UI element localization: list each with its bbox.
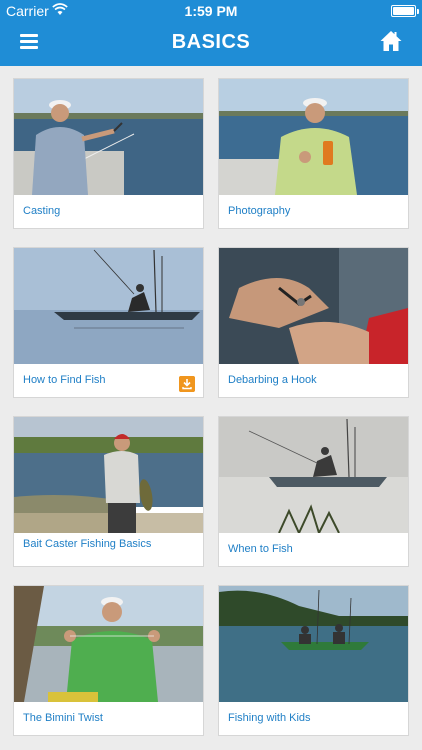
video-thumbnail (14, 79, 203, 195)
video-card-fishing-with-kids[interactable]: Fishing with Kids (218, 585, 409, 736)
video-title: When to Fish (228, 543, 293, 555)
video-card-debarbing-a-hook[interactable]: Debarbing a Hook (218, 247, 409, 398)
video-title: The Bimini Twist (23, 712, 103, 724)
download-icon[interactable] (179, 376, 195, 392)
video-thumbnail (14, 586, 203, 702)
status-time: 1:59 PM (184, 3, 238, 19)
home-icon[interactable] (380, 30, 402, 52)
video-thumbnail (219, 79, 408, 195)
page-title: BASICS (171, 31, 251, 53)
video-title: Bait Caster Fishing Basics (23, 538, 152, 550)
status-bar: Carrier 1:59 PM (0, 0, 422, 22)
nav-bar: BASICS (0, 22, 422, 66)
video-title: Debarbing a Hook (228, 374, 317, 386)
video-thumbnail (14, 248, 203, 364)
video-card-casting[interactable]: Casting (13, 78, 204, 229)
video-thumbnail (219, 586, 408, 702)
video-thumbnail (219, 417, 408, 533)
video-title: Photography (228, 205, 291, 217)
video-title: How to Find Fish (23, 374, 106, 386)
video-title: Casting (23, 205, 61, 217)
video-card-photography[interactable]: Photography (218, 78, 409, 229)
video-card-bait-caster-fishing-basics[interactable]: Bait Caster Fishing Basics (13, 416, 204, 567)
video-card-how-to-find-fish[interactable]: How to Find Fish (13, 247, 204, 398)
video-thumbnail (14, 417, 203, 533)
video-thumbnail (219, 248, 408, 364)
video-card-when-to-fish[interactable]: When to Fish (218, 416, 409, 567)
battery-icon (391, 5, 419, 17)
video-title: Fishing with Kids (228, 712, 311, 724)
video-card-the-bimini-twist[interactable]: The Bimini Twist (13, 585, 204, 736)
